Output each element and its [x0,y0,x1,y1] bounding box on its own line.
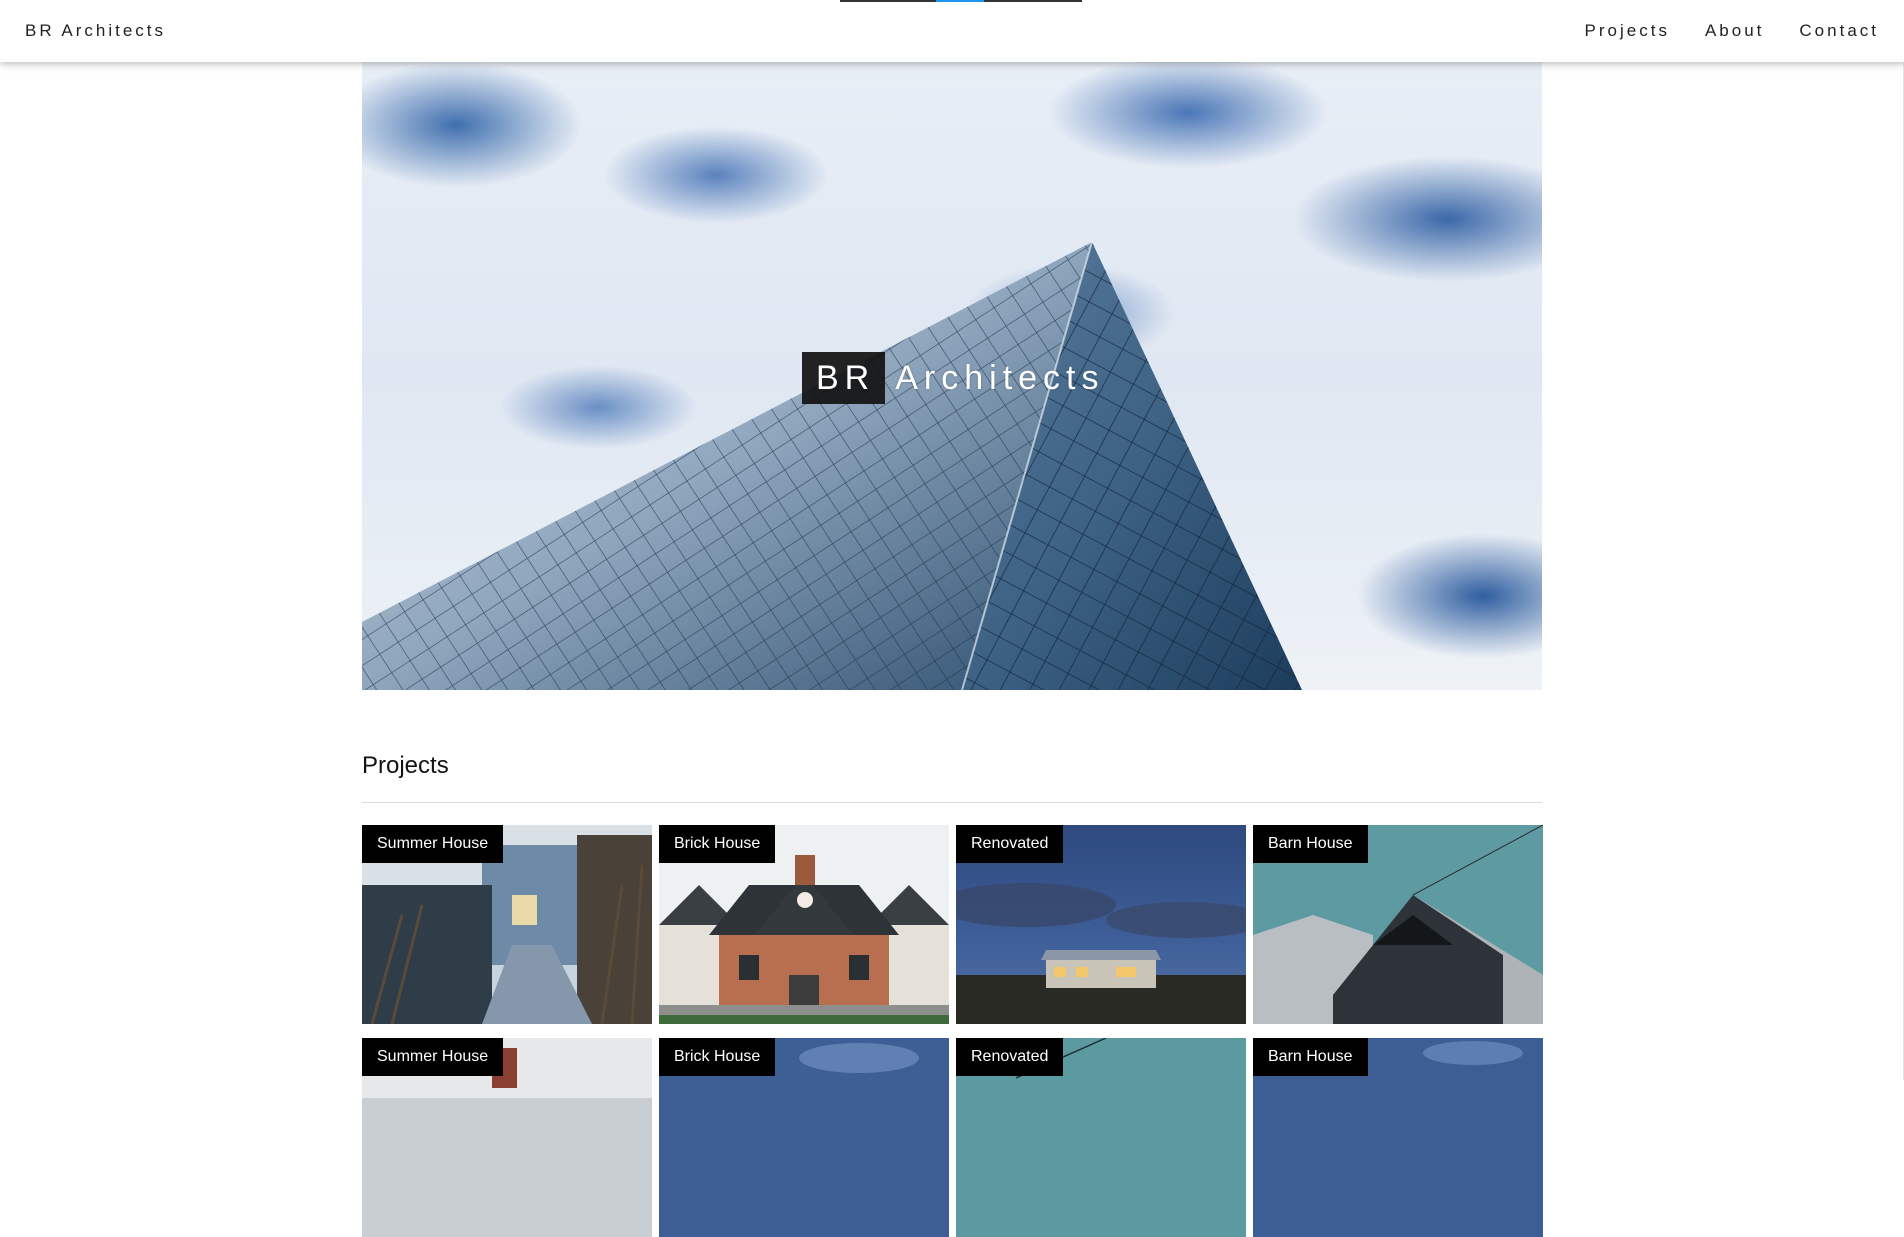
project-card-label: Brick House [659,825,776,863]
project-card-label: Summer House [362,825,504,863]
project-card-barn-house-2[interactable]: Barn House [1253,1038,1543,1237]
hero-title-text: Architects [895,358,1105,397]
project-card-label: Renovated [956,1038,1064,1076]
nav-contact-link[interactable]: Contact [1799,0,1879,62]
project-card-renovated-2[interactable]: Renovated [956,1038,1246,1237]
page-tab-indicator [840,0,1082,2]
project-card-label: Brick House [659,1038,776,1076]
top-navigation-bar: BR Architects Projects About Contact [0,0,1904,62]
hero-title-box: BR [802,352,886,404]
hero-image: BR Architects [362,62,1542,690]
main-nav: Projects About Contact [1585,0,1904,62]
project-card-brick-house-2[interactable]: Brick House [659,1038,949,1237]
project-card-label: Barn House [1253,825,1368,863]
project-card-label: Barn House [1253,1038,1368,1076]
brand-logo-link[interactable]: BR Architects [25,0,166,62]
project-card-summer-house[interactable]: Summer House [362,825,652,1024]
project-card-summer-house-2[interactable]: Summer House [362,1038,652,1237]
project-card-label: Summer House [362,1038,504,1076]
project-card-barn-house[interactable]: Barn House [1253,825,1543,1024]
nav-about-link[interactable]: About [1705,0,1764,62]
projects-heading: Projects [362,752,449,779]
project-card-brick-house[interactable]: Brick House [659,825,949,1024]
project-card-renovated[interactable]: Renovated [956,825,1246,1024]
section-divider [362,802,1542,803]
projects-grid: Summer House Brick House Renovated Barn … [362,825,1543,1237]
hero-title: BR Architects [802,352,1105,404]
nav-projects-link[interactable]: Projects [1585,0,1670,62]
project-card-label: Renovated [956,825,1064,863]
